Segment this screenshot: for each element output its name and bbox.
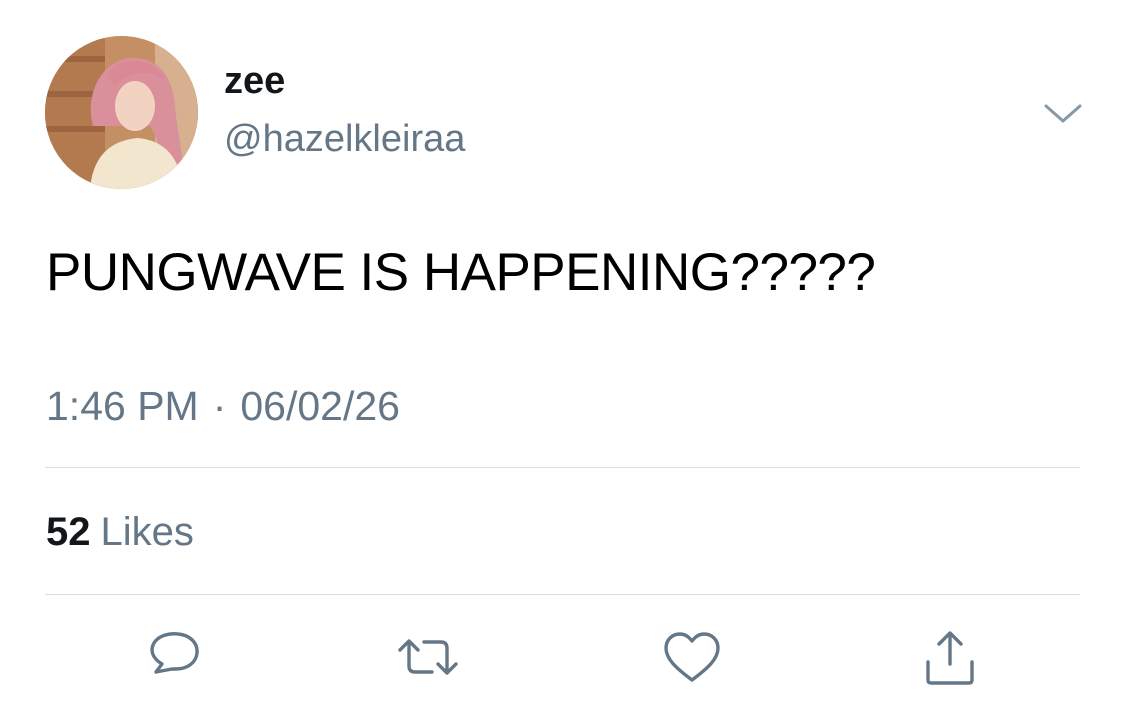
reply-icon	[150, 632, 199, 674]
retweet-icon	[398, 639, 458, 675]
like-button[interactable]	[660, 628, 724, 688]
tweet-date: 06/02/26	[240, 383, 400, 429]
avatar-image	[45, 36, 198, 189]
display-name[interactable]: zee	[224, 62, 285, 100]
tweet-text: PUNGWAVE IS HAPPENING?????	[46, 243, 876, 302]
reply-button[interactable]	[142, 628, 206, 688]
likes-label: Likes	[100, 510, 194, 554]
likes-count: 52	[46, 510, 91, 554]
share-icon	[926, 631, 974, 685]
divider	[45, 467, 1080, 468]
avatar[interactable]	[45, 36, 198, 189]
tweet-detail: zee @hazelkleiraa PUNGWAVE IS HAPPENING?…	[0, 0, 1125, 727]
heart-icon	[664, 632, 720, 682]
tweet-timestamp: 1:46 PM · 06/02/26	[46, 386, 400, 427]
chevron-down-icon[interactable]	[1040, 98, 1086, 128]
likes-stat[interactable]: 52 Likes	[46, 512, 194, 552]
share-button[interactable]	[918, 628, 982, 688]
meta-separator: ·	[212, 383, 227, 429]
divider	[45, 594, 1080, 595]
tweet-time: 1:46 PM	[46, 383, 199, 429]
retweet-button[interactable]	[396, 628, 460, 688]
user-handle[interactable]: @hazelkleiraa	[224, 120, 465, 158]
